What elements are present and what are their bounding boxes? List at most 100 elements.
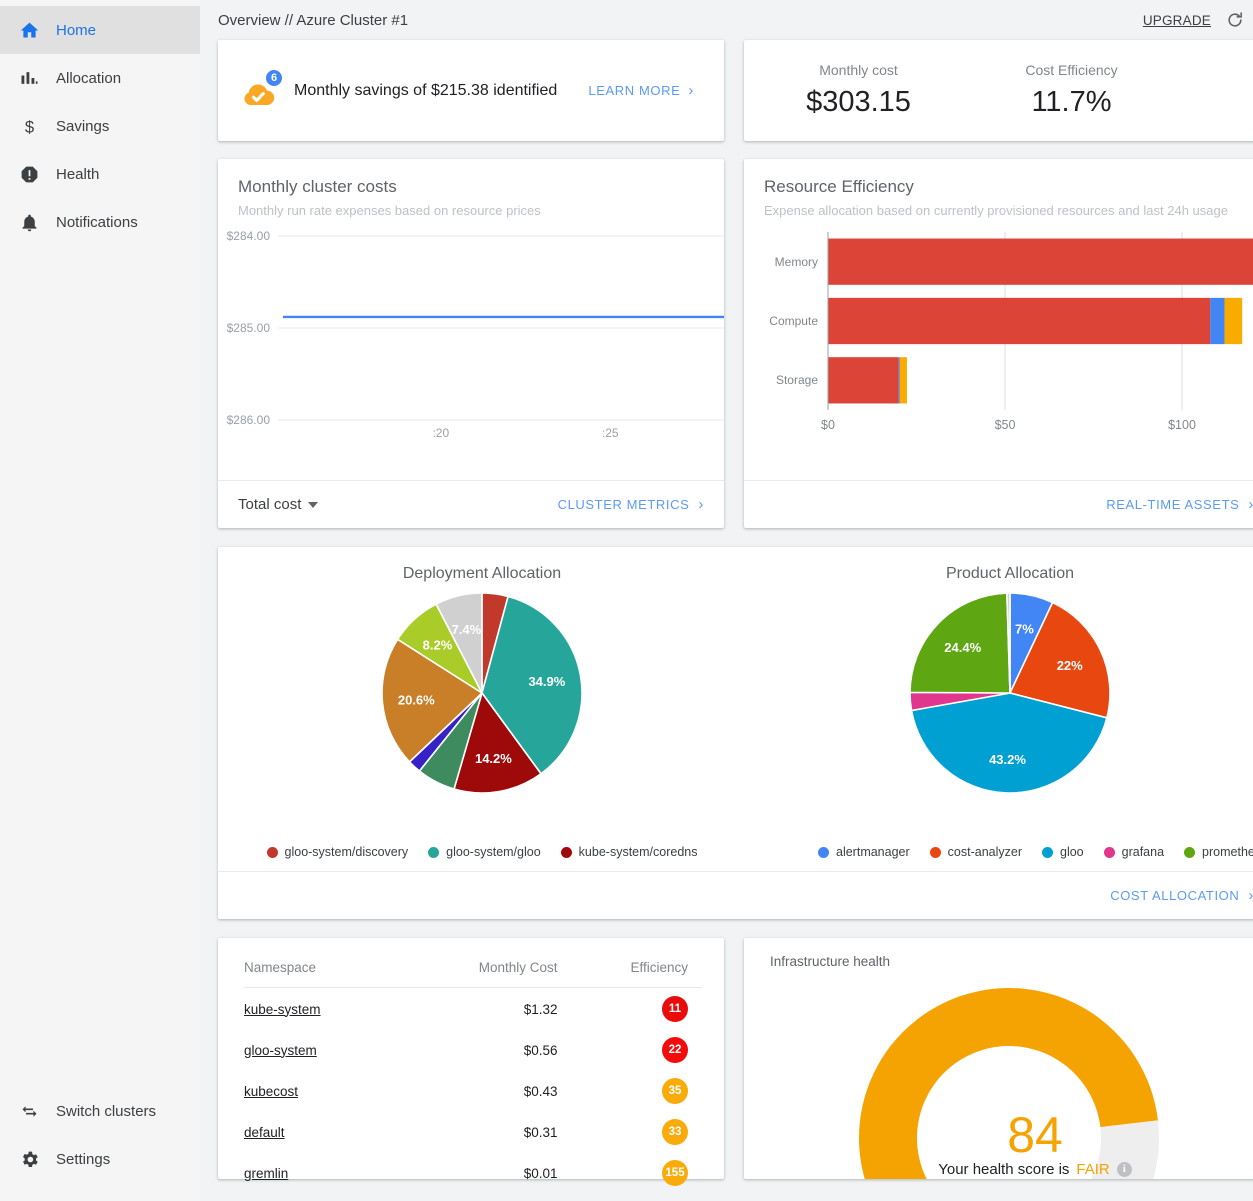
- monthly-cost-cell: $1.32: [399, 988, 558, 1030]
- dollar-icon: $: [18, 115, 40, 137]
- total-cost-dropdown[interactable]: Total cost: [238, 496, 318, 513]
- app-root: Home Allocation $ Savings Health Notific…: [0, 0, 1253, 1201]
- legend-label: prometheus: [1202, 845, 1253, 859]
- chevron-right-icon: ›: [1248, 497, 1253, 512]
- legend-item[interactable]: cost-analyzer: [930, 845, 1022, 859]
- legend-color-dot: [1042, 847, 1053, 858]
- bottom-row: Namespace Monthly Cost Efficiency kube-s…: [218, 938, 1253, 1179]
- resource-efficiency-card: Resource Efficiency Expense allocation b…: [744, 159, 1253, 528]
- kpi-label-monthly-cost: Monthly cost: [752, 62, 965, 78]
- efficiency-cell: 35: [558, 1070, 702, 1111]
- legend-item[interactable]: gloo: [1042, 845, 1084, 859]
- namespace-link[interactable]: gloo-system: [244, 1043, 317, 1058]
- cost-allocation-link[interactable]: COST ALLOCATION ›: [1110, 888, 1253, 903]
- learn-more-link[interactable]: LEARN MORE ›: [588, 83, 702, 98]
- kpi-value-monthly-cost: $303.15: [752, 86, 965, 119]
- efficiency-badge: 155: [662, 1160, 688, 1186]
- sidebar-item-health[interactable]: Health: [0, 150, 200, 198]
- kpi-value-cost-efficiency: 11.7%: [965, 86, 1178, 119]
- legend-item[interactable]: gloo-system/gloo: [428, 845, 541, 859]
- legend-item[interactable]: grafana: [1104, 845, 1164, 859]
- switch-arrows-icon: [18, 1100, 40, 1122]
- sidebar-item-allocation[interactable]: Allocation: [0, 54, 200, 102]
- charts-row: Monthly cluster costs Monthly run rate e…: [218, 159, 1253, 528]
- legend-label: gloo-system/discovery: [285, 845, 409, 859]
- sidebar-item-label-home: Home: [56, 22, 96, 39]
- namespace-link[interactable]: default: [244, 1125, 285, 1140]
- infrastructure-health-card: Infrastructure health 84 Your health sco…: [744, 938, 1253, 1179]
- legend-label: gloo-system/gloo: [446, 845, 541, 859]
- summary-row: 6 Monthly savings of $215.38 identified …: [218, 40, 1253, 141]
- refresh-icon[interactable]: [1225, 10, 1245, 30]
- deployment-allocation-legend: gloo-system/discovery gloo-system/gloo kub…: [218, 845, 746, 859]
- cluster-metrics-label: CLUSTER METRICS: [558, 497, 690, 512]
- kpi-label-cost-efficiency: Cost Efficiency: [965, 62, 1178, 78]
- legend-color-dot: [818, 847, 829, 858]
- efficiency-cell: 33: [558, 1111, 702, 1152]
- deployment-allocation-pie[interactable]: 34.9%14.2%20.6%8.2%7.4%: [218, 591, 746, 795]
- monthly-cost-cell: $0.56: [399, 1029, 558, 1070]
- resource-efficiency-subtitle: Expense allocation based on currently pr…: [764, 203, 1253, 218]
- info-icon[interactable]: i: [1117, 1162, 1132, 1177]
- legend-item[interactable]: prometheus: [1184, 845, 1253, 859]
- infrastructure-health-title: Infrastructure health: [770, 954, 1253, 969]
- savings-message: Monthly savings of $215.38 identified: [294, 82, 557, 100]
- svg-text:43.2%: 43.2%: [989, 752, 1026, 767]
- monthly-cluster-costs-subtitle: Monthly run rate expenses based on resou…: [238, 203, 704, 218]
- column-header-namespace: Namespace: [244, 960, 399, 988]
- svg-text:7%: 7%: [1015, 622, 1034, 637]
- monthly-cost-cell: $0.01: [399, 1152, 558, 1193]
- namespace-cell: gremlin: [244, 1152, 399, 1193]
- namespace-link[interactable]: kube-system: [244, 1002, 321, 1017]
- sidebar-item-label-savings: Savings: [56, 118, 109, 135]
- legend-color-dot: [428, 847, 439, 858]
- legend-color-dot: [930, 847, 941, 858]
- monthly-cluster-costs-head: Monthly cluster costs Monthly run rate e…: [218, 159, 724, 218]
- allocation-card: Deployment Allocation 34.9%14.2%20.6%8.2…: [218, 547, 1253, 919]
- legend-label: cost-analyzer: [948, 845, 1022, 859]
- product-allocation-title: Product Allocation: [746, 547, 1253, 583]
- namespace-table-body: kube-system$1.3211gloo-system$0.5622kube…: [244, 988, 702, 1194]
- resource-efficiency-bar-chart[interactable]: MemoryComputeStorage$0$50$100: [744, 218, 1253, 480]
- real-time-assets-link[interactable]: REAL-TIME ASSETS ›: [1106, 497, 1253, 512]
- real-time-assets-label: REAL-TIME ASSETS: [1106, 497, 1239, 512]
- sidebar-item-settings[interactable]: Settings: [0, 1135, 200, 1183]
- sidebar-item-label-switch-clusters: Switch clusters: [56, 1103, 156, 1120]
- namespace-cell: kubecost: [244, 1070, 399, 1111]
- total-cost-dropdown-label: Total cost: [238, 496, 301, 513]
- efficiency-badge: 35: [662, 1078, 688, 1104]
- namespace-link[interactable]: gremlin: [244, 1166, 288, 1181]
- efficiency-badge: 22: [662, 1037, 688, 1063]
- legend-item[interactable]: kube-system/coredns: [561, 845, 698, 859]
- sidebar-item-savings[interactable]: $ Savings: [0, 102, 200, 150]
- svg-text:$: $: [24, 117, 33, 136]
- cluster-metrics-link[interactable]: CLUSTER METRICS ›: [558, 497, 704, 512]
- chevron-down-icon: [308, 502, 318, 508]
- sidebar-item-notifications[interactable]: Notifications: [0, 198, 200, 246]
- monthly-cluster-costs-title: Monthly cluster costs: [238, 177, 704, 197]
- sidebar: Home Allocation $ Savings Health Notific…: [0, 0, 200, 1201]
- chevron-right-icon: ›: [698, 497, 704, 512]
- legend-label: kube-system/coredns: [579, 845, 698, 859]
- upgrade-button[interactable]: UPGRADE: [1143, 13, 1211, 28]
- topbar: Overview // Azure Cluster #1 UPGRADE: [218, 0, 1253, 40]
- table-row: kubecost$0.4335: [244, 1070, 702, 1111]
- line-chart[interactable]: $284.00$285.00$286.00:20:25: [218, 218, 724, 480]
- legend-item[interactable]: gloo-system/discovery: [267, 845, 409, 859]
- legend-color-dot: [267, 847, 278, 858]
- legend-label: grafana: [1122, 845, 1164, 859]
- sidebar-item-label-allocation: Allocation: [56, 70, 121, 87]
- product-allocation-pie[interactable]: 7%22%43.2%24.4%: [746, 591, 1253, 795]
- sidebar-item-switch-clusters[interactable]: Switch clusters: [0, 1087, 200, 1135]
- legend-item[interactable]: alertmanager: [818, 845, 910, 859]
- health-score-caption: Your health score is FAIR i: [770, 1161, 1253, 1178]
- savings-count-badge: 6: [264, 68, 284, 88]
- table-row: gremlin $0.01 155: [244, 1152, 702, 1193]
- namespace-link[interactable]: kubecost: [244, 1084, 298, 1099]
- resource-efficiency-head: Resource Efficiency Expense allocation b…: [744, 159, 1253, 218]
- table-row: kube-system$1.3211: [244, 988, 702, 1030]
- monthly-cluster-costs-card: Monthly cluster costs Monthly run rate e…: [218, 159, 724, 528]
- allocation-row: Deployment Allocation 34.9%14.2%20.6%8.2…: [218, 547, 1253, 919]
- product-allocation-panel: Product Allocation 7%22%43.2%24.4% alert…: [746, 547, 1253, 871]
- sidebar-item-home[interactable]: Home: [0, 6, 200, 54]
